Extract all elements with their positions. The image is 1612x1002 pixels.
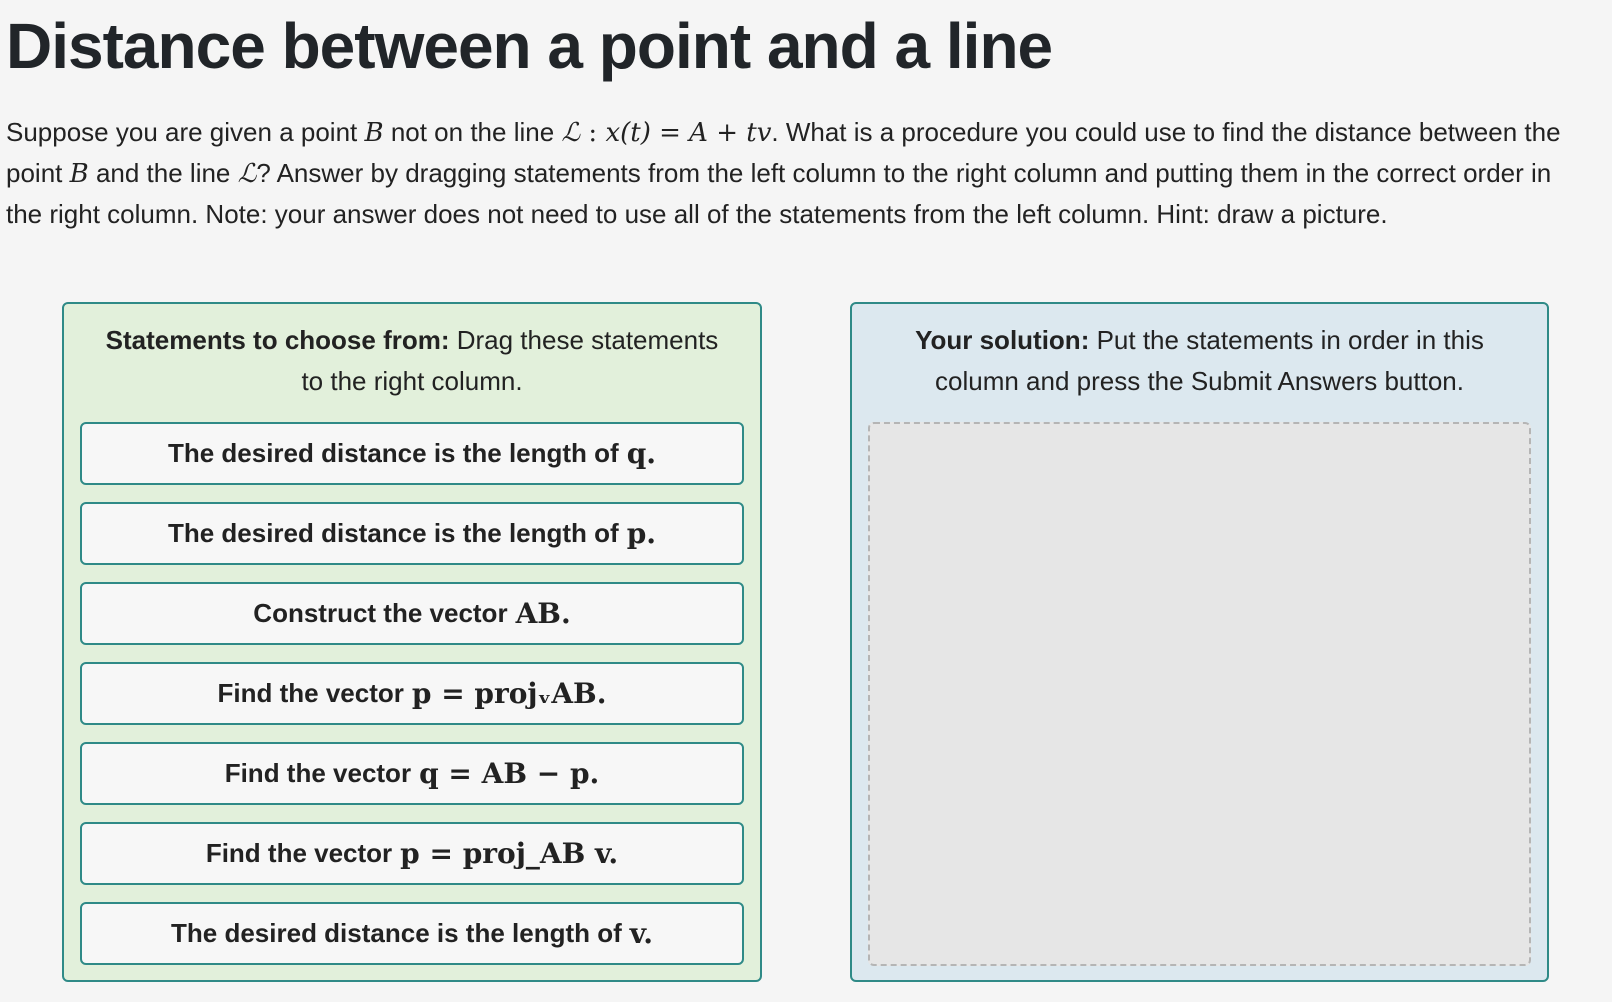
point-b-symbol: B bbox=[364, 118, 384, 148]
line-symbol: ℒ bbox=[561, 118, 581, 148]
statement-math: q. bbox=[626, 437, 657, 470]
statement-item[interactable]: Construct the vector AB. bbox=[80, 582, 744, 645]
page-title: Distance between a point and a line bbox=[6, 10, 1053, 82]
statements-list: The desired distance is the length of q. … bbox=[80, 422, 744, 982]
prompt-text: not on the line bbox=[383, 117, 562, 147]
statement-item[interactable]: The desired distance is the length of p. bbox=[80, 502, 744, 565]
prompt-text: Suppose you are given a point bbox=[6, 117, 365, 147]
solution-header-bold: Your solution: bbox=[915, 325, 1090, 355]
solution-header: Your solution: Put the statements in ord… bbox=[852, 304, 1547, 402]
statement-item[interactable]: Find the vector p = projᵥAB. bbox=[80, 662, 744, 725]
statement-item[interactable]: Find the vector q = AB − p. bbox=[80, 742, 744, 805]
statement-text: Find the vector bbox=[217, 678, 404, 708]
statement-math: p = proj_AB v. bbox=[400, 837, 619, 870]
statement-text: The desired distance is the length of bbox=[171, 918, 622, 948]
point-b-symbol: B bbox=[69, 159, 89, 189]
prompt-colon: : bbox=[580, 118, 606, 148]
statement-item[interactable]: The desired distance is the length of v. bbox=[80, 902, 744, 965]
statements-header-bold: Statements to choose from: bbox=[105, 325, 450, 355]
statement-math: p = projᵥAB. bbox=[411, 677, 607, 710]
statement-math: p. bbox=[626, 517, 657, 550]
solution-dropzone[interactable] bbox=[868, 422, 1531, 966]
line-symbol: ℒ bbox=[237, 159, 257, 189]
statement-item[interactable]: Find the vector p = proj_AB v. bbox=[80, 822, 744, 885]
statement-math: v. bbox=[629, 917, 653, 950]
statement-text: The desired distance is the length of bbox=[167, 518, 619, 548]
statement-text: Find the vector bbox=[224, 758, 412, 788]
statement-text: The desired distance is the length of bbox=[167, 438, 619, 468]
question-prompt: Suppose you are given a point B not on t… bbox=[6, 112, 1586, 234]
statement-item[interactable]: The desired distance is the length of q. bbox=[80, 422, 744, 485]
solution-column: Your solution: Put the statements in ord… bbox=[850, 302, 1549, 982]
statements-column: Statements to choose from: Drag these st… bbox=[62, 302, 762, 982]
prompt-text: and the line bbox=[88, 158, 238, 188]
statement-text: Find the vector bbox=[205, 838, 393, 868]
statement-text: Construct the vector bbox=[253, 598, 508, 628]
statement-math: q = AB − p. bbox=[419, 757, 600, 790]
statement-math: AB. bbox=[515, 597, 571, 630]
statements-header: Statements to choose from: Drag these st… bbox=[64, 304, 760, 402]
line-equation: x(t) = A + tv bbox=[605, 118, 772, 148]
